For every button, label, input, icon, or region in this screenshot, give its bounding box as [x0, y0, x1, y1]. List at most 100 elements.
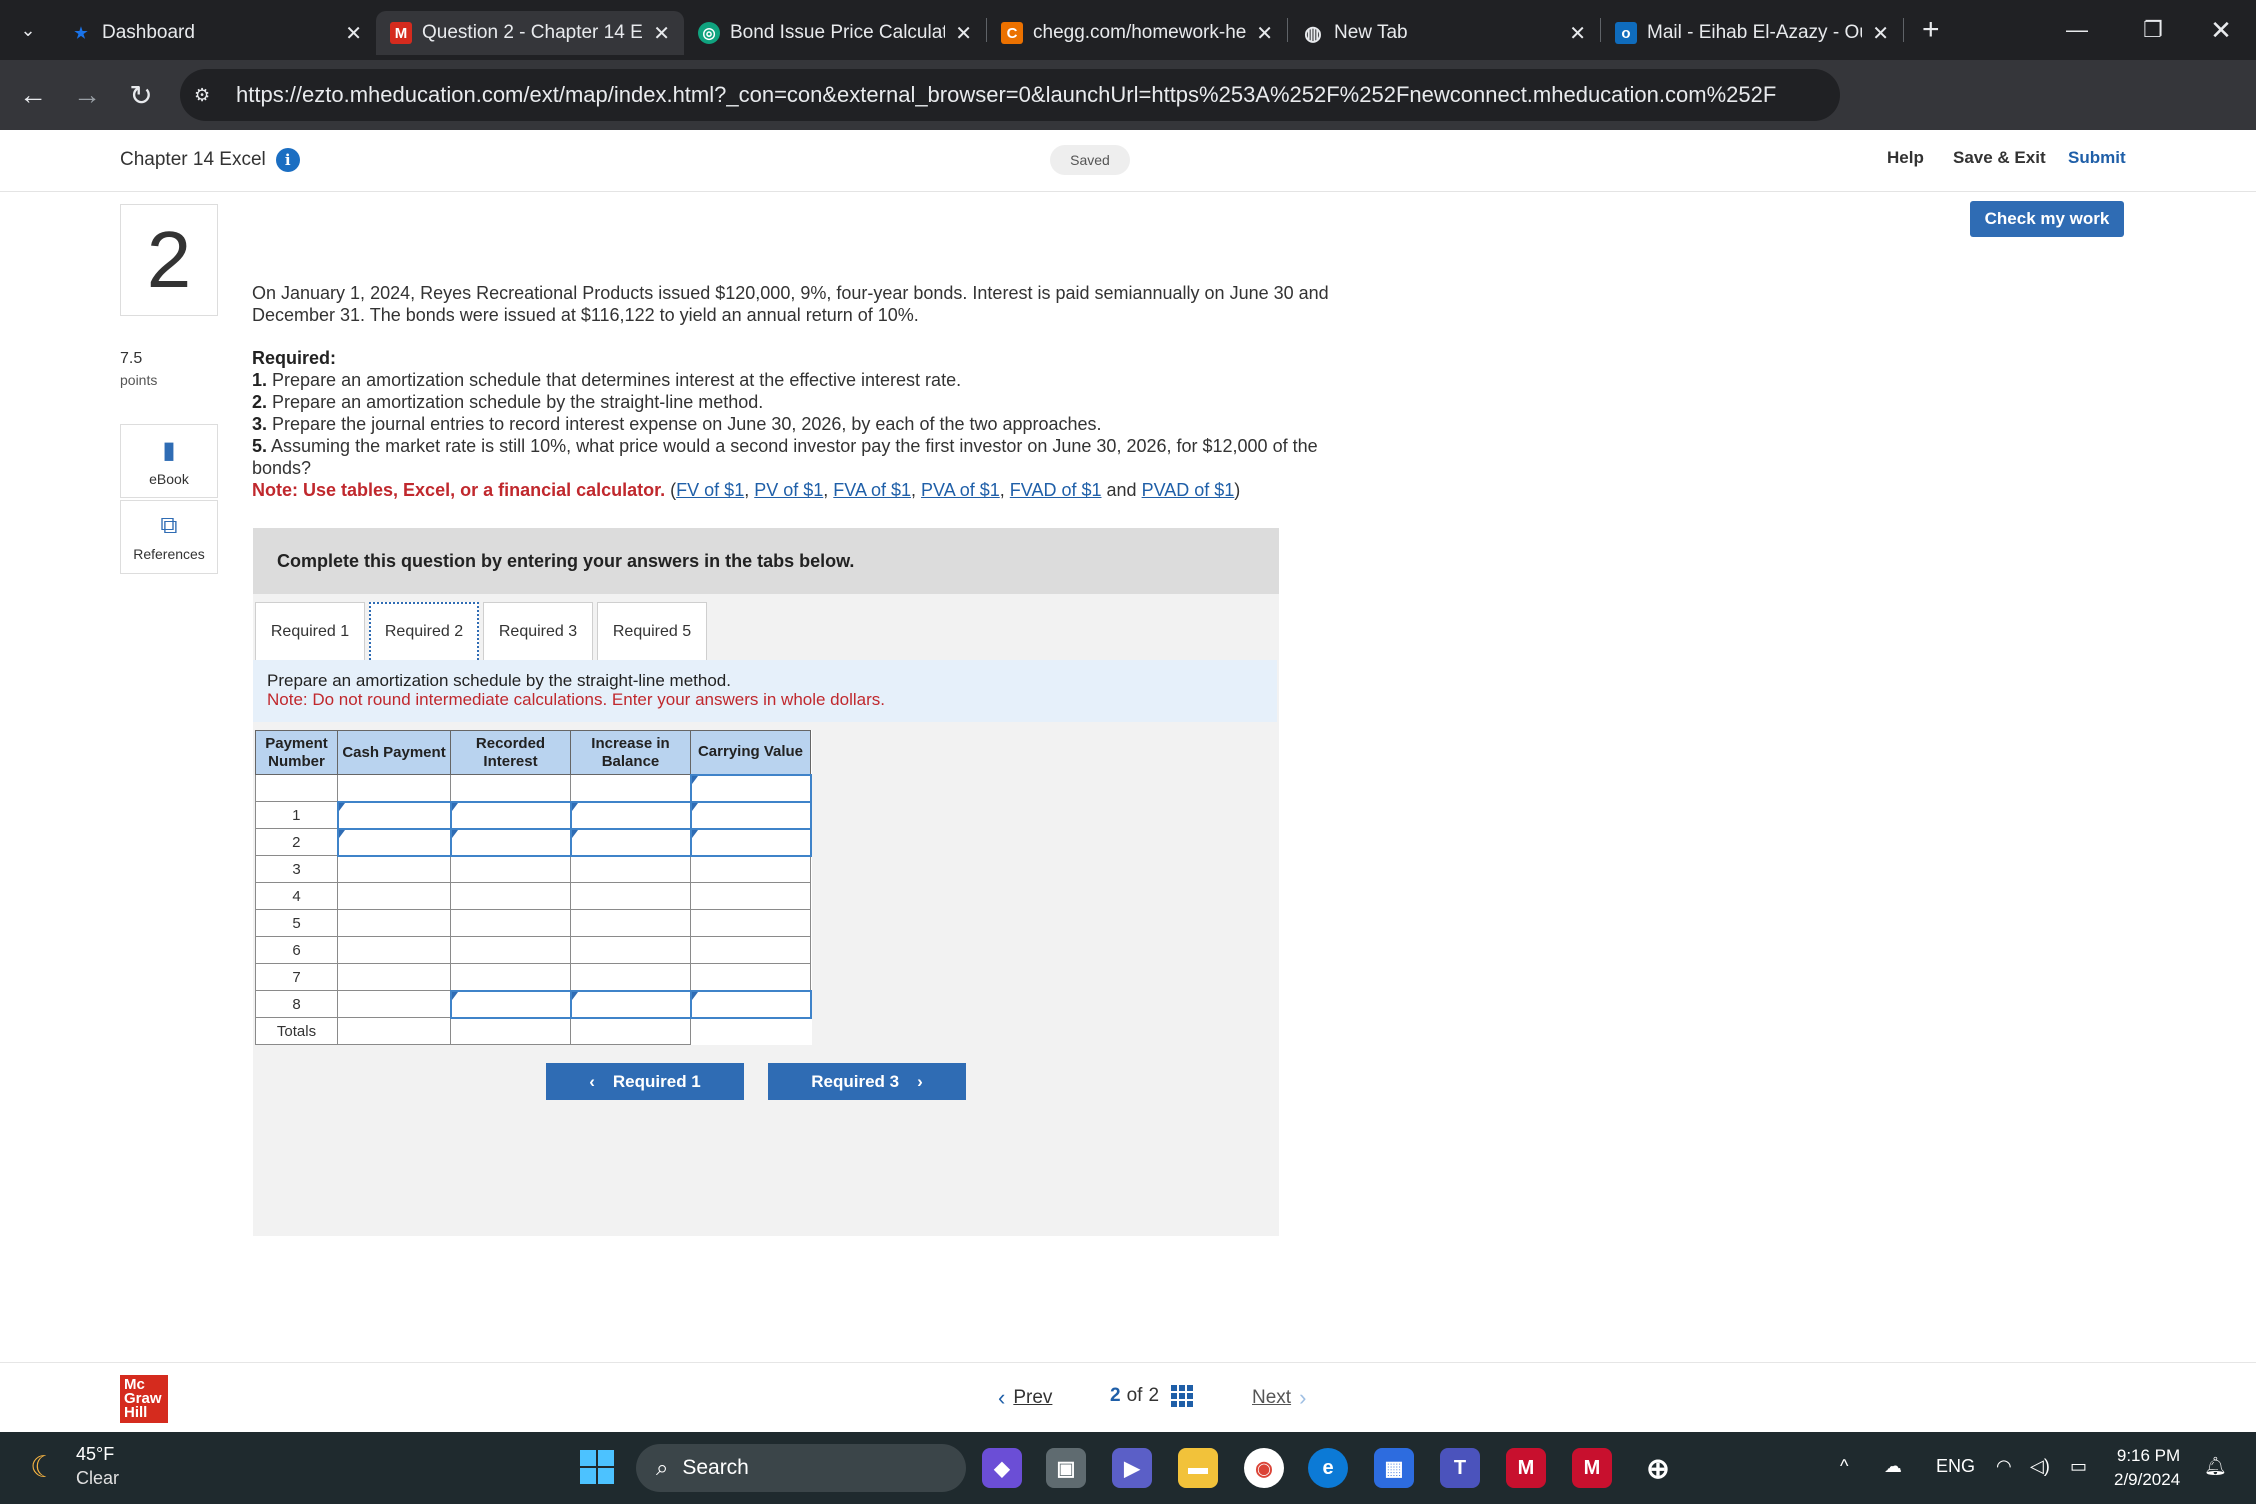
- search-icon: ⌕: [656, 1455, 669, 1480]
- prev-question-link[interactable]: ‹ Prev: [990, 1385, 1052, 1411]
- question-number: 2: [120, 204, 218, 316]
- carrying-value-input[interactable]: [689, 827, 812, 857]
- teams-meet-icon[interactable]: ▶: [1112, 1448, 1152, 1488]
- url-text[interactable]: https://ezto.mheducation.com/ext/map/ind…: [236, 82, 1776, 108]
- carrying-value-input[interactable]: [689, 800, 812, 830]
- mcafee-icon[interactable]: M: [1506, 1448, 1546, 1488]
- chevron-up-icon[interactable]: ^: [1840, 1456, 1848, 1477]
- fva-of-1-link[interactable]: FVA of $1: [833, 480, 911, 500]
- cash-payment-input[interactable]: [336, 800, 452, 830]
- windows-start-icon[interactable]: [580, 1450, 614, 1484]
- edge-icon[interactable]: e: [1308, 1448, 1348, 1488]
- file-explorer-icon[interactable]: ▬: [1178, 1448, 1218, 1488]
- assignment-header: Chapter 14 Excel i Saved Help Save & Exi…: [0, 130, 2256, 192]
- close-icon[interactable]: ✕: [345, 21, 362, 46]
- wifi-icon[interactable]: ◠: [1996, 1456, 2012, 1477]
- pva-of-1-link[interactable]: PVA of $1: [921, 480, 1000, 500]
- close-icon[interactable]: ✕: [1256, 21, 1273, 46]
- system-clock[interactable]: 9:16 PM 2/9/2024: [2114, 1444, 2180, 1492]
- carrying-value-input[interactable]: [689, 989, 812, 1019]
- moon-weather-icon[interactable]: ☾: [30, 1450, 57, 1485]
- amortization-table: Payment Number Cash Payment Recorded Int…: [255, 730, 812, 1045]
- notification-bell-icon[interactable]: 🔔︎: [2204, 1456, 2227, 1477]
- prev-required-1-button[interactable]: ‹ Required 1: [546, 1063, 744, 1100]
- battery-icon[interactable]: ▭: [2070, 1456, 2087, 1477]
- ebook-button[interactable]: ▮ eBook: [120, 424, 218, 498]
- minimize-icon[interactable]: —: [2042, 0, 2112, 60]
- references-button[interactable]: ⧉ References: [120, 500, 218, 574]
- mcafee-shield-icon[interactable]: M: [1572, 1448, 1612, 1488]
- required-item-2: 2. Prepare an amortization schedule by t…: [252, 392, 764, 412]
- check-my-work-button[interactable]: Check my work: [1970, 201, 2124, 237]
- new-tab-button[interactable]: +: [1922, 13, 1940, 47]
- tab-question-2[interactable]: M Question 2 - Chapter 14 E ✕: [376, 11, 684, 55]
- table-row: 1: [255, 800, 812, 830]
- question-page-indicator[interactable]: 2 of 2: [1110, 1385, 1194, 1407]
- required-item-3: 3. Prepare the journal entries to record…: [252, 414, 1102, 434]
- forward-arrow-icon[interactable]: →: [60, 60, 114, 130]
- close-icon[interactable]: ✕: [653, 21, 670, 46]
- table-row: 6: [255, 936, 811, 964]
- tab-required-1[interactable]: Required 1: [255, 602, 365, 660]
- tab-outlook-mail[interactable]: o Mail - Eihab El-Azazy - Ou ✕: [1601, 11, 1903, 55]
- required-item-1: 1. Prepare an amortization schedule that…: [252, 370, 962, 390]
- pv-of-1-link[interactable]: PV of $1: [754, 480, 823, 500]
- tab-new-tab[interactable]: ◍ New Tab ✕: [1288, 11, 1600, 55]
- tab-bond-calculator[interactable]: ◎ Bond Issue Price Calculati ✕: [684, 11, 986, 55]
- submit-link[interactable]: Submit: [2068, 148, 2126, 168]
- book-icon: ▮: [162, 436, 176, 464]
- next-question-link[interactable]: Next ›: [1252, 1385, 1314, 1411]
- close-icon[interactable]: ✕: [1872, 21, 1889, 46]
- close-icon[interactable]: ✕: [1569, 21, 1586, 46]
- info-icon[interactable]: i: [275, 148, 300, 172]
- next-required-3-button[interactable]: Required 3 ›: [768, 1063, 966, 1100]
- copy-pages-icon: ⧉: [160, 512, 178, 539]
- store-icon[interactable]: ▦: [1374, 1448, 1414, 1488]
- chrome-icon[interactable]: ◉: [1244, 1448, 1284, 1488]
- copilot-icon[interactable]: ◆: [982, 1448, 1022, 1488]
- teams-icon[interactable]: T: [1440, 1448, 1480, 1488]
- help-link[interactable]: Help: [1887, 148, 1924, 168]
- carrying-value-input[interactable]: [689, 773, 812, 803]
- restore-icon[interactable]: ❐: [2118, 0, 2188, 60]
- tab-search-chevron-icon[interactable]: ⌄: [0, 0, 56, 60]
- onedrive-icon[interactable]: ☁: [1884, 1456, 1902, 1477]
- fv-of-1-link[interactable]: FV of $1: [676, 480, 744, 500]
- globe-icon[interactable]: ⊕: [1638, 1448, 1678, 1488]
- recorded-interest-input[interactable]: [449, 827, 572, 857]
- tab-required-5[interactable]: Required 5: [597, 602, 707, 660]
- address-bar[interactable]: ⚙ https://ezto.mheducation.com/ext/map/i…: [180, 69, 1840, 121]
- increase-balance-input[interactable]: [569, 827, 692, 857]
- volume-icon[interactable]: ◁): [2030, 1456, 2050, 1477]
- recorded-interest-input[interactable]: [449, 800, 572, 830]
- star-icon: ★: [74, 25, 88, 42]
- fvad-of-1-link[interactable]: FVAD of $1: [1010, 480, 1102, 500]
- tab-required-2[interactable]: Required 2: [369, 602, 479, 660]
- chevron-left-icon: ‹: [589, 1071, 595, 1091]
- increase-balance-input[interactable]: [569, 989, 692, 1019]
- close-window-icon[interactable]: ✕: [2186, 0, 2256, 60]
- pvad-of-1-link[interactable]: PVAD of $1: [1142, 480, 1235, 500]
- mheducation-logo-icon: M: [390, 22, 412, 44]
- language-indicator[interactable]: ENG: [1936, 1456, 1975, 1477]
- table-note: Note: Use tables, Excel, or a financial …: [252, 480, 1241, 500]
- task-view-icon[interactable]: ▣: [1046, 1448, 1086, 1488]
- tab-required-3[interactable]: Required 3: [483, 602, 593, 660]
- recorded-interest-input[interactable]: [449, 989, 572, 1019]
- table-row: 7: [255, 963, 811, 991]
- tab-dashboard[interactable]: ★ Dashboard ✕: [56, 11, 376, 55]
- windows-taskbar: ☾ 45°F Clear ⌕ Search ◆ ▣ ▶ ▬ ◉ e ▦ T M …: [0, 1432, 2256, 1504]
- table-row: 4: [255, 882, 811, 910]
- col-payment-number: Payment Number: [255, 730, 338, 775]
- close-icon[interactable]: ✕: [955, 21, 972, 46]
- points-label: points: [120, 372, 158, 388]
- back-arrow-icon[interactable]: ←: [6, 60, 60, 130]
- taskbar-search[interactable]: ⌕ Search: [636, 1444, 966, 1492]
- tab-chegg[interactable]: C chegg.com/homework-he ✕: [987, 11, 1287, 55]
- site-info-icon[interactable]: ⚙: [194, 85, 224, 106]
- increase-balance-input[interactable]: [569, 800, 692, 830]
- reload-icon[interactable]: ↻: [114, 60, 168, 130]
- cash-payment-input[interactable]: [336, 827, 452, 857]
- save-exit-link[interactable]: Save & Exit: [1953, 148, 2046, 168]
- points-value: 7.5: [120, 350, 143, 367]
